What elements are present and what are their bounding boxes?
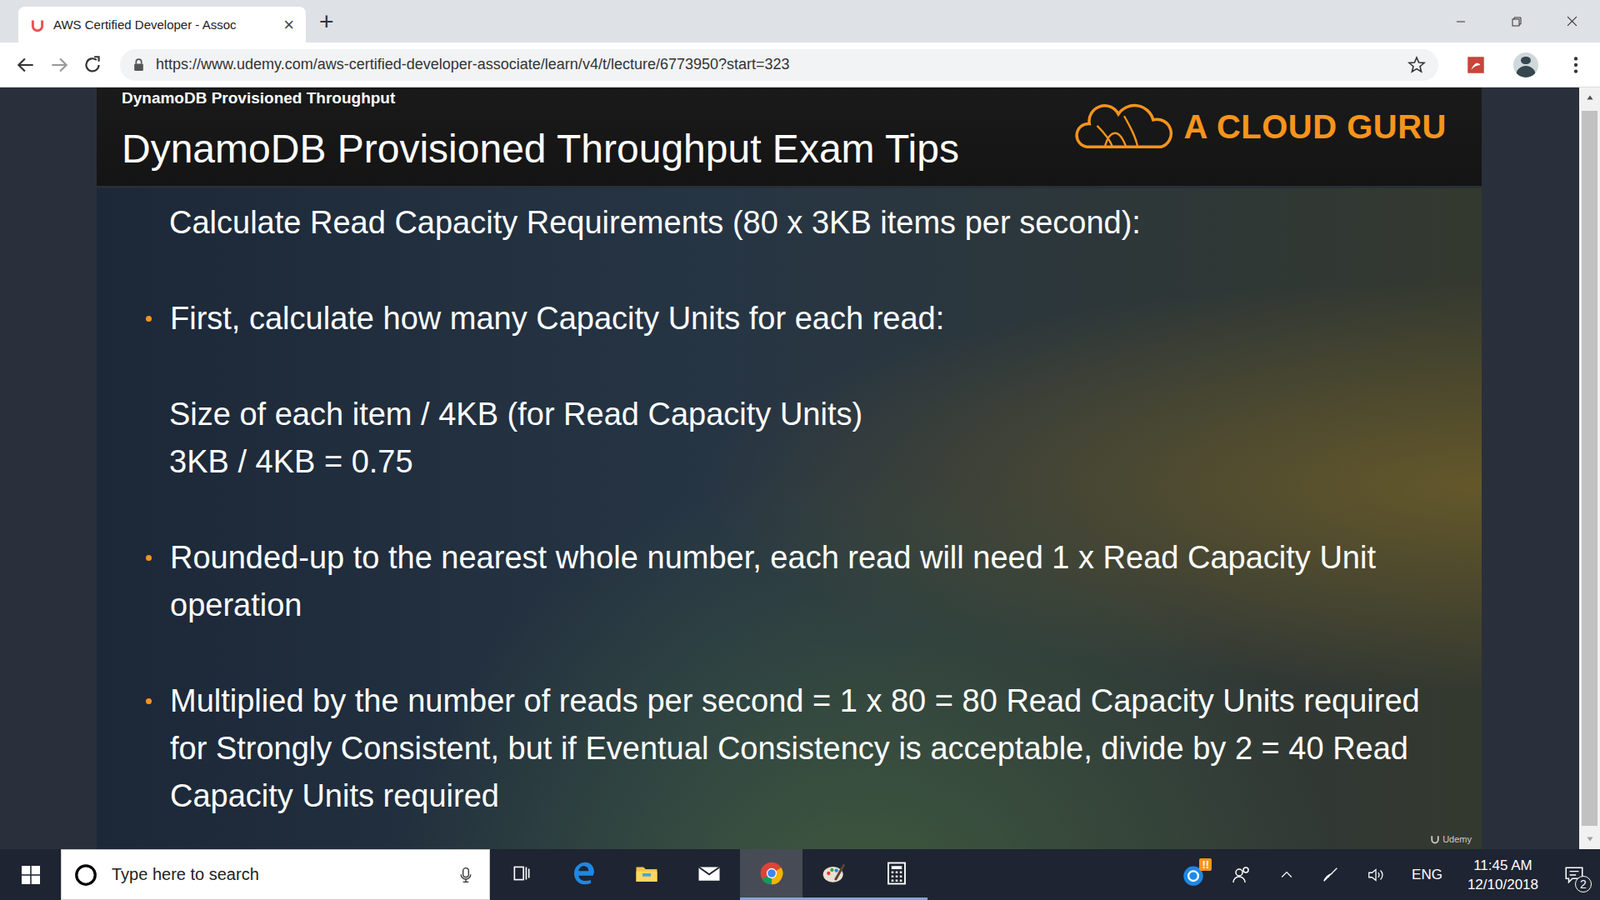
cloud-logo-icon — [1075, 102, 1174, 151]
scroll-down-icon[interactable] — [1585, 834, 1595, 845]
close-button[interactable] — [1544, 0, 1600, 43]
cortana-icon — [73, 862, 99, 888]
help-badge: !! — [1199, 858, 1212, 871]
tab-close-button[interactable]: × — [283, 15, 295, 35]
tab-strip: AWS Certified Developer - Assoc × + — [0, 0, 1600, 43]
file-explorer-icon — [634, 860, 660, 886]
slide-heading: Calculate Read Capacity Requirements (80… — [169, 199, 1432, 247]
action-center-button[interactable]: 2 — [1555, 864, 1594, 886]
input-language[interactable]: ENG — [1403, 866, 1451, 884]
taskbar-app[interactable] — [677, 849, 740, 900]
scroll-thumb[interactable] — [1581, 110, 1598, 826]
url-text: https://www.udemy.com/aws-certified-deve… — [155, 55, 1397, 74]
screen: AWS Certified Developer - Assoc × + http… — [0, 0, 1600, 900]
taskbar-search[interactable]: Type here to search — [60, 849, 490, 900]
speaker-icon — [1366, 865, 1385, 885]
browser-toolbar: https://www.udemy.com/aws-certified-deve… — [0, 42, 1600, 88]
start-button[interactable] — [0, 849, 61, 900]
taskbar-app[interactable] — [552, 849, 615, 900]
slide-bullet: First, calculate how many Capacity Units… — [145, 295, 1432, 343]
restore-icon — [1511, 16, 1522, 27]
taskbar-app[interactable] — [802, 849, 865, 900]
slide-bullet: Multiplied by the number of reads per se… — [145, 677, 1432, 820]
people-button[interactable] — [1223, 865, 1260, 885]
formula-line: 3KB / 4KB = 0.75 — [169, 438, 1432, 486]
bullet-text: Multiplied by the number of reads per se… — [170, 677, 1432, 820]
new-tab-button[interactable]: + — [319, 9, 335, 35]
cloud-guru-logo: A CLOUD GURU — [1075, 102, 1447, 151]
udemy-favicon-icon — [30, 17, 45, 33]
clock[interactable]: 11:45 AM 12/10/2018 — [1460, 855, 1545, 895]
scrollbar[interactable] — [1579, 87, 1600, 850]
restore-button[interactable] — [1488, 0, 1545, 43]
taskbar-app[interactable] — [615, 849, 678, 900]
profile-avatar-icon[interactable] — [1513, 52, 1539, 78]
scroll-up-icon[interactable] — [1585, 92, 1595, 103]
udemy-mark-icon — [1430, 834, 1440, 845]
minimize-icon — [1455, 16, 1466, 27]
people-icon — [1231, 865, 1252, 885]
forward-arrow-icon[interactable] — [48, 54, 70, 76]
bullet-dot-icon — [145, 698, 152, 705]
taskbar-app[interactable] — [740, 849, 803, 900]
slide-header: DynamoDB Provisioned Throughput DynamoDB… — [96, 87, 1482, 189]
taskbar-app[interactable] — [865, 849, 928, 900]
slide-formula: Size of each item / 4KB (for Read Capaci… — [169, 390, 1432, 486]
mail-icon — [696, 860, 722, 886]
reload-icon[interactable] — [81, 54, 104, 76]
windows-logo-icon — [21, 865, 40, 885]
lecture-slide: DynamoDB Provisioned Throughput DynamoDB… — [96, 87, 1482, 850]
wifi-icon — [1321, 865, 1340, 885]
slide-section-label: DynamoDB Provisioned Throughput — [121, 87, 960, 108]
show-hidden-icons-button[interactable] — [1270, 866, 1304, 884]
tab-title: AWS Certified Developer - Assoc — [53, 17, 275, 32]
taskbar: Type here to search !! ENG 11:45 AM 12/1… — [0, 849, 1600, 900]
bookmark-star-icon[interactable] — [1406, 55, 1427, 75]
bullet-dot-icon — [145, 555, 152, 561]
slide-bullet: Rounded-up to the nearest whole number, … — [145, 534, 1432, 630]
back-arrow-icon[interactable] — [15, 54, 37, 76]
task-view-icon — [510, 862, 533, 885]
slide-body: Calculate Read Capacity Requirements (80… — [96, 188, 1482, 850]
bullet-dot-icon — [145, 315, 152, 322]
network-button[interactable] — [1313, 865, 1349, 885]
logo-text: A CLOUD GURU — [1183, 108, 1447, 146]
slide-title: DynamoDB Provisioned Throughput Exam Tip… — [121, 125, 960, 172]
help-tray-item[interactable]: !! — [1173, 863, 1214, 887]
bullet-text: First, calculate how many Capacity Units… — [170, 295, 945, 343]
close-icon — [1566, 15, 1578, 27]
clock-date: 12/10/2018 — [1467, 875, 1539, 895]
clock-time: 11:45 AM — [1473, 855, 1533, 875]
lock-icon — [131, 57, 146, 72]
system-tray: !! ENG 11:45 AM 12/10/2018 2 — [1173, 849, 1600, 900]
page-content: DynamoDB Provisioned Throughput DynamoDB… — [0, 87, 1600, 850]
bullet-text: Rounded-up to the nearest whole number, … — [170, 534, 1432, 630]
udemy-watermark: Udemy — [1430, 834, 1472, 845]
address-bar[interactable]: https://www.udemy.com/aws-certified-deve… — [120, 49, 1439, 81]
paint-icon — [820, 860, 848, 887]
taskbar-app[interactable] — [490, 849, 553, 900]
pdf-extension-icon[interactable] — [1465, 54, 1487, 76]
chevron-up-icon — [1278, 866, 1295, 884]
notification-count: 2 — [1575, 875, 1592, 893]
edge-browser-icon — [570, 860, 598, 887]
microphone-icon[interactable] — [457, 865, 475, 885]
search-placeholder: Type here to search — [111, 865, 445, 885]
browser-tab[interactable]: AWS Certified Developer - Assoc × — [18, 6, 306, 43]
menu-dots-icon[interactable] — [1565, 54, 1587, 76]
chrome-icon — [758, 860, 785, 887]
formula-line: Size of each item / 4KB (for Read Capaci… — [169, 390, 1432, 439]
video-player: DynamoDB Provisioned Throughput DynamoDB… — [0, 87, 1580, 850]
calculator-icon — [884, 860, 910, 886]
volume-button[interactable] — [1358, 865, 1394, 885]
minimize-button[interactable] — [1432, 0, 1489, 43]
